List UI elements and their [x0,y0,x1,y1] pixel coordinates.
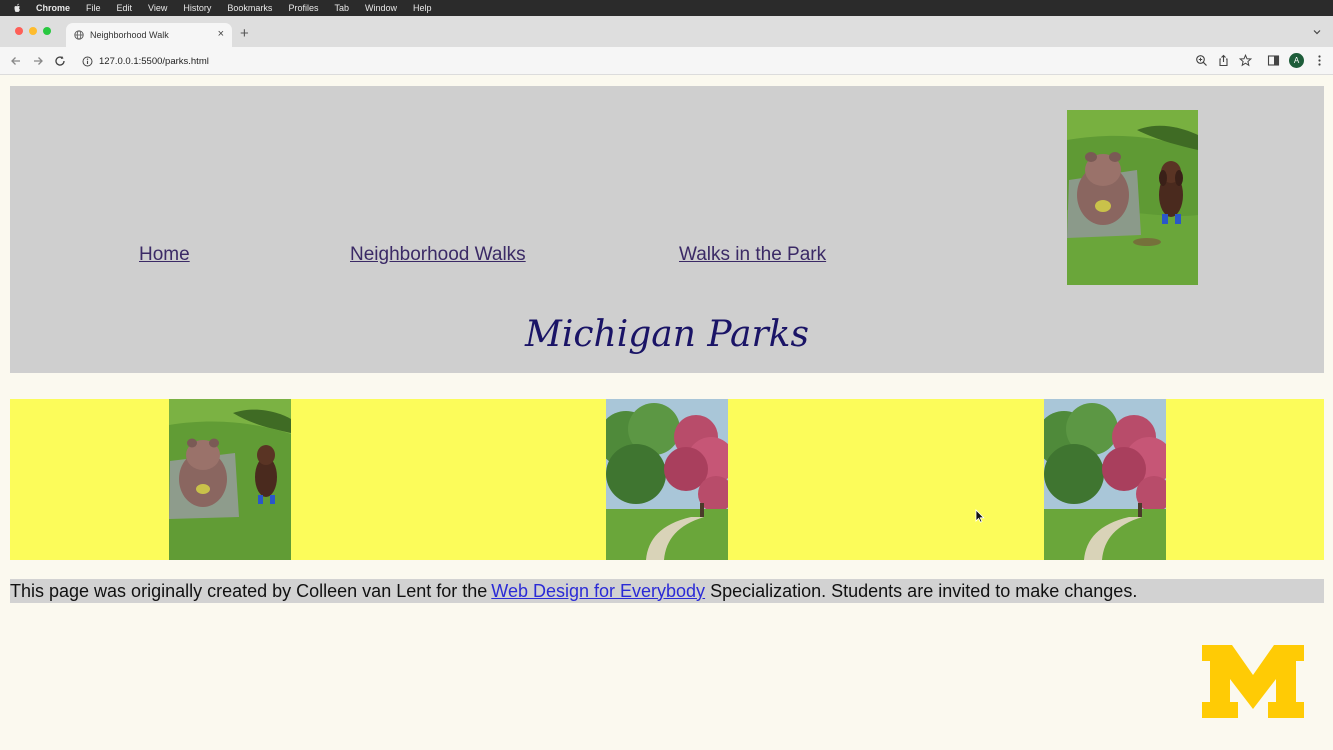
gallery-photo-park-path-2 [1044,399,1166,560]
apple-icon[interactable] [12,3,22,13]
mouse-cursor-icon [975,509,985,523]
menu-edit[interactable]: Edit [117,3,133,13]
menu-tab[interactable]: Tab [334,3,349,13]
footer-text-before: This page was originally created by Coll… [10,580,488,601]
new-tab-button[interactable]: + [240,25,249,43]
page-footer: This page was originally created by Coll… [10,579,1324,603]
menu-help[interactable]: Help [413,3,432,13]
window-minimize-button[interactable] [29,27,37,35]
gallery-photo-park-path [606,399,728,560]
window-close-button[interactable] [15,27,23,35]
forward-icon[interactable] [31,54,45,68]
menu-profiles[interactable]: Profiles [288,3,318,13]
menu-bookmarks[interactable]: Bookmarks [227,3,272,13]
menu-history[interactable]: History [183,3,211,13]
share-icon[interactable] [1217,54,1230,67]
profile-avatar[interactable]: A [1289,53,1304,68]
address-bar[interactable]: 127.0.0.1:5500/parks.html [76,51,1261,71]
star-icon[interactable] [1239,54,1252,67]
nav-link-neighborhood-walks[interactable]: Neighborhood Walks [350,244,526,266]
macos-menu-bar: Chrome File Edit View History Bookmarks … [0,0,1333,16]
info-icon[interactable] [82,56,93,67]
browser-toolbar: 127.0.0.1:5500/parks.html A [0,47,1333,75]
window-zoom-button[interactable] [43,27,51,35]
menu-file[interactable]: File [86,3,101,13]
globe-icon [74,30,84,40]
photo-gallery [10,399,1324,560]
menu-view[interactable]: View [148,3,167,13]
footer-text-after: Specialization. Students are invited to … [710,580,1138,601]
web-design-link[interactable]: Web Design for Everybody [491,581,705,602]
tab-search-icon[interactable] [1311,26,1323,38]
browser-tab[interactable]: Neighborhood Walk × [66,23,232,47]
page-title: Michigan Parks [525,314,809,355]
dog-with-bear-statue-photo [1067,110,1198,285]
reload-icon[interactable] [53,54,67,68]
nav-link-home[interactable]: Home [139,244,190,266]
url-text[interactable]: 127.0.0.1:5500/parks.html [99,56,209,67]
back-icon[interactable] [9,54,23,68]
page-header: Home Neighborhood Walks Walks in the Par… [10,86,1324,373]
tab-strip: Neighborhood Walk × + [0,16,1333,47]
nav-link-walks-in-the-park[interactable]: Walks in the Park [679,244,826,266]
menu-icon[interactable] [1313,54,1326,67]
sidebar-icon[interactable] [1267,54,1280,67]
menu-window[interactable]: Window [365,3,397,13]
university-of-michigan-logo [1202,645,1304,718]
tab-title: Neighborhood Walk [90,30,169,40]
zoom-icon[interactable] [1195,54,1208,67]
gallery-photo-dog-bear [169,399,291,560]
menu-chrome[interactable]: Chrome [36,3,70,13]
close-icon[interactable]: × [218,28,224,40]
